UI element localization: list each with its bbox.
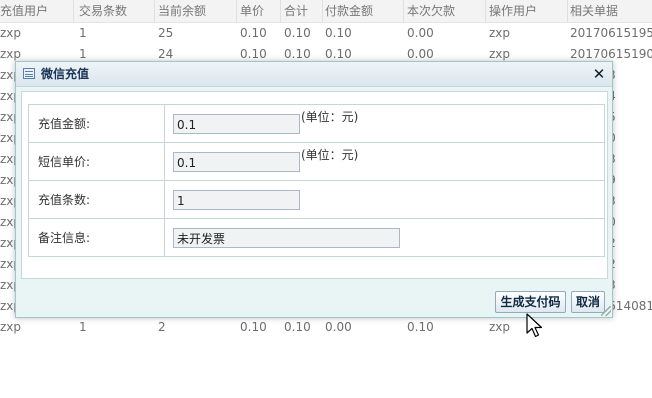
unit-label: (单位：元) xyxy=(301,147,359,162)
table-cell: 0.00 xyxy=(325,320,352,334)
field-label: 充值金额: xyxy=(28,104,165,143)
grid-table-icon xyxy=(23,68,35,79)
unit-label: (单位：元) xyxy=(301,109,359,124)
dialog-title: 微信充值 xyxy=(41,67,90,81)
sms-unit-price-input[interactable]: 0.1 xyxy=(173,151,300,172)
wechat-recharge-dialog: 微信充值 ✕ 充值金额: 0.1(单位：元) 短信单价: 0.1(单位：元) 充… xyxy=(15,61,613,318)
dialog-footer: 生成支付码 取消 xyxy=(21,291,608,314)
field-label: 短信单价: xyxy=(28,142,165,181)
table-row[interactable]: zxp 1 2 0.10 0.10 0.00 0.10 zxp xyxy=(0,317,652,338)
table-cell: 0.10 xyxy=(325,26,352,40)
field-label: 备注信息: xyxy=(28,218,165,257)
table-cell: 2 xyxy=(158,320,166,334)
cancel-button[interactable]: 取消 xyxy=(571,291,605,313)
table-header: 充值用户 交易条数 当前余额 单价 合计 付款金额 本次欠款 操作用户 相关单据 xyxy=(0,0,652,23)
table-cell: 0.10 xyxy=(240,26,267,40)
column-header[interactable]: 充值用户 xyxy=(0,0,74,22)
field-label: 充值条数: xyxy=(28,180,165,219)
table-cell: 0.10 xyxy=(240,320,267,334)
column-header[interactable]: 付款金额 xyxy=(325,0,404,22)
close-icon[interactable]: ✕ xyxy=(591,65,607,83)
table-cell: 1 xyxy=(79,26,87,40)
table-cell: 0.00 xyxy=(407,26,434,40)
column-header[interactable]: 合计 xyxy=(284,0,323,22)
table-cell xyxy=(570,317,652,338)
table-cell: 201706151955 xyxy=(570,26,652,40)
table-cell: 1 xyxy=(79,320,87,334)
column-header[interactable]: 交易条数 xyxy=(79,0,155,22)
recharge-amount-input[interactable]: 0.1 xyxy=(173,113,300,134)
table-cell: zxp xyxy=(0,26,22,40)
recharge-count-input[interactable]: 1 xyxy=(173,189,300,210)
column-header[interactable]: 相关单据 xyxy=(570,0,652,22)
table-cell: zxp xyxy=(489,26,511,40)
recharge-form: 充值金额: 0.1(单位：元) 短信单价: 0.1(单位：元) 充值条数: 1 … xyxy=(28,104,605,257)
mouse-pointer-icon xyxy=(526,313,543,338)
column-header[interactable]: 本次欠款 xyxy=(407,0,486,22)
remark-input[interactable]: 未开发票 xyxy=(173,227,400,248)
generate-payment-code-button[interactable]: 生成支付码 xyxy=(495,291,566,313)
resize-grip[interactable] xyxy=(601,306,611,316)
form-row-price: 短信单价: 0.1(单位：元) xyxy=(28,142,605,181)
table-row[interactable]: zxp 1 25 0.10 0.10 0.10 0.00 zxp 201706151955 xyxy=(0,23,652,44)
dialog-titlebar[interactable]: 微信充值 ✕ xyxy=(16,62,612,87)
form-row-amount: 充值金额: 0.1(单位：元) xyxy=(28,104,605,143)
table-cell: 0.10 xyxy=(284,320,311,334)
column-header[interactable]: 操作用户 xyxy=(489,0,568,22)
table-cell: 0.10 xyxy=(407,320,434,334)
column-header[interactable]: 单价 xyxy=(240,0,281,22)
column-header[interactable]: 当前余额 xyxy=(158,0,237,22)
table-cell: 25 xyxy=(158,26,174,40)
table-cell: 0.10 xyxy=(284,26,311,40)
dialog-body: 充值金额: 0.1(单位：元) 短信单价: 0.1(单位：元) 充值条数: 1 … xyxy=(21,91,608,279)
form-row-remark: 备注信息: 未开发票 xyxy=(28,218,605,257)
form-row-count: 充值条数: 1 xyxy=(28,180,605,219)
table-cell: zxp xyxy=(0,320,22,334)
